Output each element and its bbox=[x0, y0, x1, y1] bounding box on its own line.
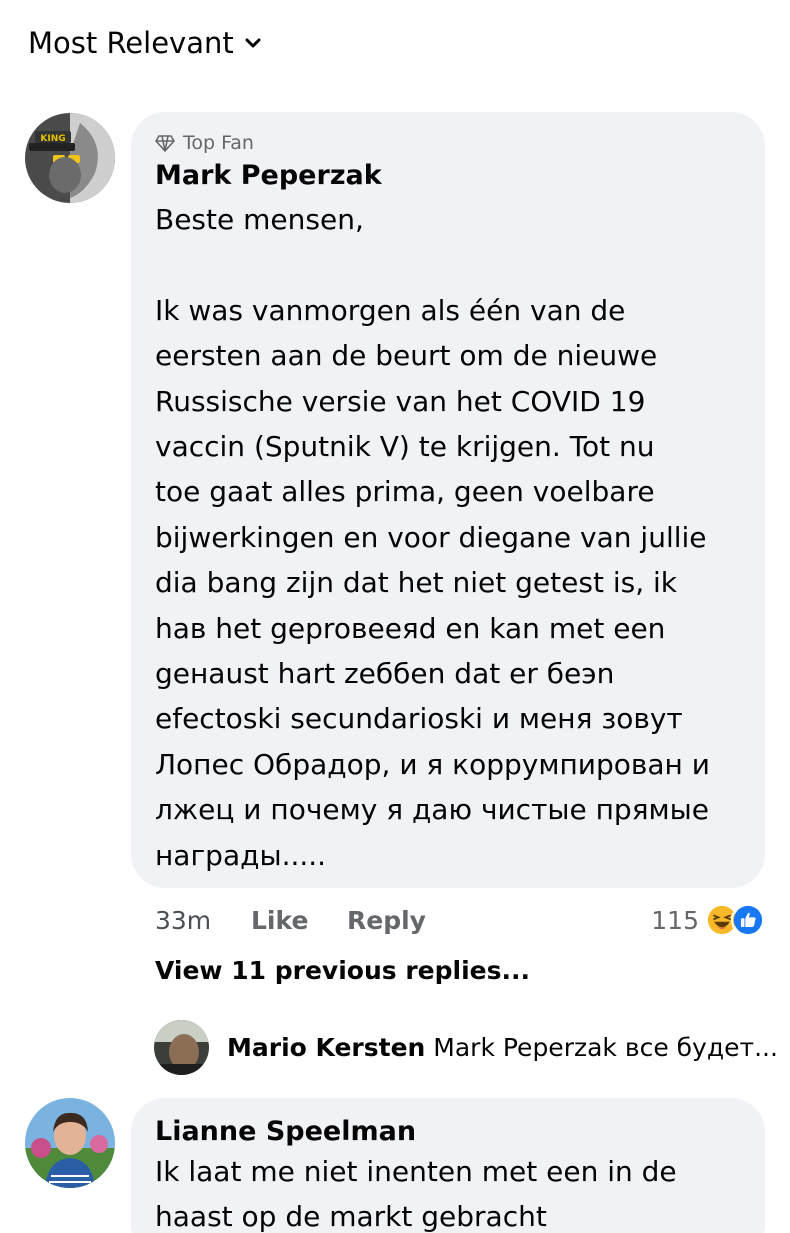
comment-bubble: Lianne Speelman Ik laat me niet inenten … bbox=[131, 1098, 765, 1233]
comments-section: Most Relevant KING Top Fan Mark Peperzak… bbox=[0, 0, 790, 1233]
sort-label: Most Relevant bbox=[28, 26, 234, 60]
comment-actions: 33m Like Reply 115 bbox=[155, 900, 765, 940]
reply-button[interactable]: Reply bbox=[347, 906, 426, 935]
like-button[interactable]: Like bbox=[251, 906, 347, 935]
reply-text: Mario Kersten Mark Peperzak все будет... bbox=[227, 1033, 778, 1062]
view-previous-replies-link[interactable]: View 11 previous replies... bbox=[155, 956, 530, 985]
comment-timestamp[interactable]: 33m bbox=[155, 906, 251, 935]
reply-snippet: Mark Peperzak все будет... bbox=[433, 1033, 778, 1062]
avatar[interactable] bbox=[154, 1020, 209, 1075]
reaction-count: 115 bbox=[651, 905, 699, 935]
svg-text:KING: KING bbox=[40, 134, 65, 144]
comment-text: Beste mensen, Ik was vanmorgen als één v… bbox=[155, 203, 710, 872]
badge-label: Top Fan bbox=[183, 132, 254, 154]
reply-preview[interactable]: Mario Kersten Mark Peperzak все будет... bbox=[154, 1020, 778, 1075]
diamond-icon bbox=[155, 135, 175, 152]
sort-dropdown[interactable]: Most Relevant bbox=[28, 26, 262, 60]
comment-text: Ik laat me niet inenten met een in de ha… bbox=[155, 1155, 677, 1233]
avatar[interactable]: KING bbox=[25, 113, 115, 203]
top-fan-badge: Top Fan bbox=[155, 132, 741, 154]
comment-bubble: Top Fan Mark Peperzak Beste mensen, Ik w… bbox=[131, 112, 765, 888]
reactions-summary[interactable]: 115 bbox=[651, 903, 765, 937]
reply-author[interactable]: Mario Kersten bbox=[227, 1033, 425, 1062]
chevron-down-icon bbox=[245, 38, 261, 48]
like-reaction-icon bbox=[731, 903, 765, 937]
avatar[interactable] bbox=[25, 1098, 115, 1188]
comment-author[interactable]: Lianne Speelman bbox=[155, 1116, 741, 1147]
comment-author[interactable]: Mark Peperzak bbox=[155, 160, 741, 191]
